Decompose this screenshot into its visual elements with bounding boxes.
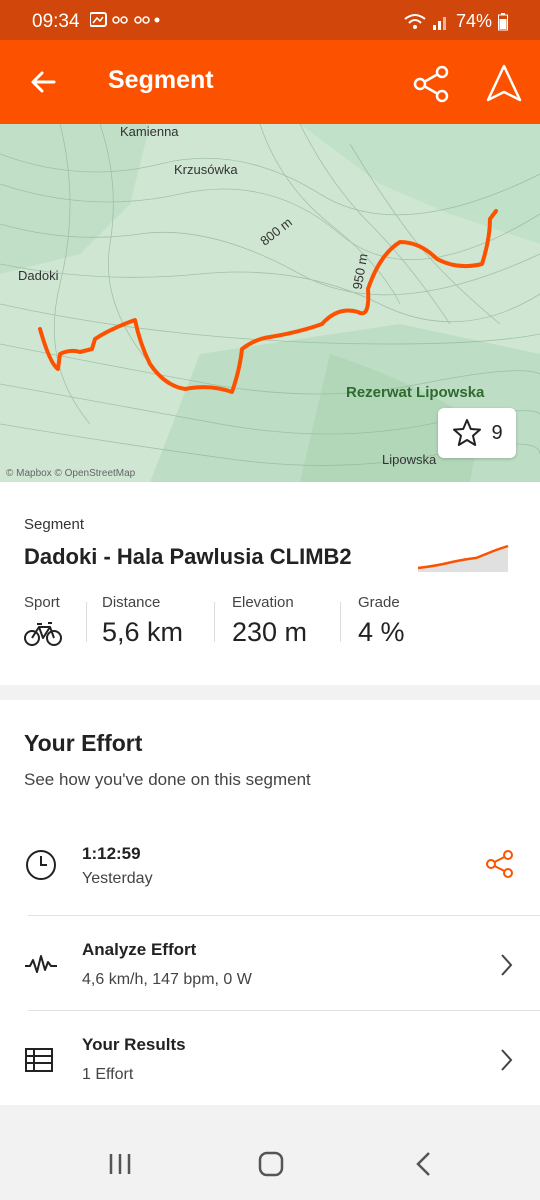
your-results-title: Your Results bbox=[82, 1035, 186, 1054]
home-icon[interactable] bbox=[257, 1150, 285, 1178]
elevation-value: 230 m bbox=[232, 617, 308, 647]
segment-label: Segment bbox=[24, 516, 85, 533]
navigate-button[interactable] bbox=[482, 62, 526, 106]
distance-label: Distance bbox=[102, 594, 161, 611]
share-icon bbox=[413, 65, 449, 103]
navigation-arrow-icon bbox=[486, 64, 522, 102]
status-right: 74% bbox=[404, 11, 508, 32]
app-bar: Segment bbox=[0, 40, 540, 124]
analyze-effort-detail: 4,6 km/h, 147 bpm, 0 W bbox=[82, 971, 252, 988]
your-effort-subtitle: See how you've done on this segment bbox=[24, 770, 311, 789]
clock-icon bbox=[26, 850, 56, 880]
effort-time: 1:12:59 bbox=[82, 844, 141, 863]
share-button[interactable] bbox=[410, 62, 454, 106]
arrow-left-icon bbox=[31, 71, 56, 93]
effort-time-row[interactable]: 1:12:59 Yesterday bbox=[0, 828, 540, 916]
map-label-dadoki: Dadoki bbox=[18, 268, 59, 283]
segment-name: Dadoki - Hala Pawlusia CLIMB2 bbox=[24, 544, 352, 569]
distance-value: 5,6 km bbox=[102, 617, 184, 647]
chevron-right-icon bbox=[501, 954, 513, 976]
recent-apps-icon[interactable] bbox=[108, 1152, 132, 1176]
stat-sport: Sport bbox=[24, 594, 62, 652]
effort-date: Yesterday bbox=[82, 870, 153, 887]
map-label-krzusowka: Krzusówka bbox=[174, 162, 238, 177]
map-label-rezerwat: Rezerwat Lipowska bbox=[346, 384, 485, 401]
star-icon bbox=[453, 419, 482, 446]
back-nav-icon[interactable] bbox=[412, 1150, 436, 1178]
map-label-kamienna: Kamienna bbox=[120, 124, 179, 139]
heartrate-wave-icon bbox=[25, 955, 57, 973]
star-count: 9 bbox=[491, 421, 503, 444]
notification-icon-group bbox=[89, 12, 160, 27]
battery-percent: 74% bbox=[455, 11, 492, 31]
map-label-lipowska: Lipowska bbox=[382, 452, 437, 467]
your-results-detail: 1 Effort bbox=[82, 1066, 134, 1083]
grade-label: Grade bbox=[358, 594, 400, 611]
back-button[interactable] bbox=[24, 62, 64, 102]
analyze-effort-title: Analyze Effort bbox=[82, 940, 197, 959]
notification-icons bbox=[89, 12, 160, 31]
chevron-right-icon bbox=[501, 1049, 513, 1071]
grade-value: 4 % bbox=[358, 617, 405, 647]
signal-icon bbox=[432, 16, 446, 30]
share-effort-icon[interactable] bbox=[484, 848, 516, 880]
your-results-row[interactable]: Your Results 1 Effort bbox=[0, 1011, 540, 1105]
analyze-effort-row[interactable]: Analyze Effort 4,6 km/h, 147 bpm, 0 W bbox=[0, 916, 540, 1010]
map-attribution: © Mapbox © OpenStreetMap bbox=[6, 468, 136, 479]
stat-divider bbox=[86, 602, 87, 642]
results-table-icon bbox=[25, 1048, 53, 1072]
page-title: Segment bbox=[108, 66, 214, 94]
stat-elevation: Elevation 230 m bbox=[232, 594, 307, 648]
stat-divider bbox=[214, 602, 215, 642]
bicycle-icon bbox=[24, 622, 62, 646]
stat-distance: Distance 5,6 km bbox=[102, 594, 183, 648]
your-effort-title: Your Effort bbox=[24, 730, 143, 756]
sport-label: Sport bbox=[24, 594, 60, 611]
stat-grade: Grade 4 % bbox=[358, 594, 405, 648]
stat-divider bbox=[340, 602, 341, 642]
wifi-icon bbox=[404, 13, 426, 29]
status-bar: 09:34 74% bbox=[0, 0, 540, 40]
battery-icon bbox=[498, 12, 508, 30]
elevation-profile-thumbnail bbox=[417, 544, 509, 572]
status-time: 09:34 bbox=[32, 11, 80, 32]
your-effort-card: Your Effort See how you've done on this … bbox=[0, 700, 540, 1105]
star-button[interactable]: 9 bbox=[438, 408, 516, 458]
system-navigation-bar bbox=[0, 1128, 540, 1200]
segment-summary-card: Segment Dadoki - Hala Pawlusia CLIMB2 Sp… bbox=[0, 482, 540, 685]
elevation-label: Elevation bbox=[232, 594, 294, 611]
